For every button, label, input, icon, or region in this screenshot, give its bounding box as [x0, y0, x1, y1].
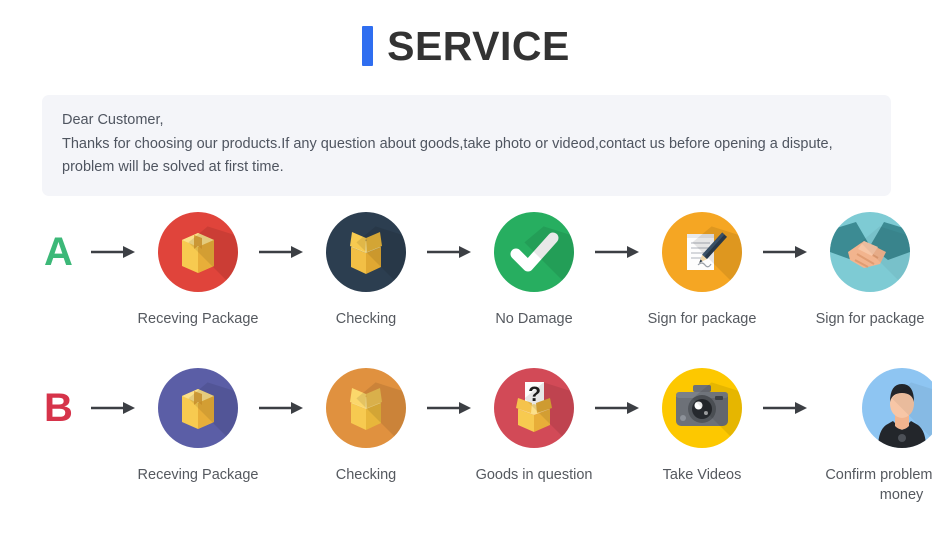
step-label: Receving Package [137, 467, 259, 483]
step-a-1: Receving Package [138, 212, 258, 329]
arrow-icon [758, 212, 814, 292]
arrow-icon [758, 368, 814, 448]
flow-row-a: A Receving Package Checking No Damage Si… [0, 212, 932, 329]
step-b-1: Receving Package [138, 368, 258, 485]
step-b-4: Take Videos [646, 368, 758, 485]
question-box-icon: ? [494, 368, 574, 448]
arrow-icon [254, 368, 310, 448]
step-label: Checking [335, 311, 397, 327]
document-pen-icon [662, 212, 742, 292]
step-a-2: Checking [310, 212, 422, 329]
closed-box-icon [158, 212, 238, 292]
arrow-icon [86, 368, 142, 448]
step-label: Receving Package [137, 311, 259, 327]
person-avatar-icon [861, 368, 932, 448]
customer-notice-box: Dear Customer, Thanks for choosing our p… [42, 95, 891, 196]
handshake-icon [830, 212, 910, 292]
closed-box-icon [158, 368, 238, 448]
arrow-icon [422, 212, 478, 292]
check-mark-icon [494, 212, 574, 292]
row-label-a: A [44, 230, 73, 274]
step-a-5: Sign for package [814, 212, 926, 329]
step-b-2: Checking [310, 368, 422, 485]
arrow-icon [590, 212, 646, 292]
step-label: Take Videos [662, 467, 742, 483]
step-label: Sign for package [815, 311, 925, 327]
step-label: Checking [335, 467, 397, 483]
row-label-b: B [44, 386, 73, 430]
title-accent-bar [362, 26, 374, 66]
open-box-icon [326, 368, 406, 448]
step-a-4: Sign for package [646, 212, 758, 329]
step-label: Confirm problem,refund money [825, 467, 932, 503]
flow-row-b: B Receving Package Checking ? Goods in q… [0, 368, 932, 505]
step-b-5: Confirm problem,refund money [814, 368, 932, 505]
camera-icon [662, 368, 742, 448]
page-header: SERVICE [0, 0, 932, 92]
step-label: Sign for package [647, 311, 757, 327]
open-box-icon [326, 212, 406, 292]
step-b-3: ? Goods in question [475, 368, 593, 485]
step-label: Goods in question [475, 467, 593, 483]
page-title: SERVICE [387, 22, 570, 69]
notice-line-3: problem will be solved at first time. [62, 159, 284, 175]
step-label: No Damage [495, 311, 573, 327]
notice-line-2: Thanks for choosing our products.If any … [62, 135, 833, 152]
arrow-icon [254, 212, 310, 292]
arrow-icon [590, 368, 646, 448]
arrow-icon [86, 212, 142, 292]
notice-line-1: Dear Customer, [62, 112, 164, 128]
step-a-3: No Damage [478, 212, 590, 329]
arrow-icon [422, 368, 478, 448]
